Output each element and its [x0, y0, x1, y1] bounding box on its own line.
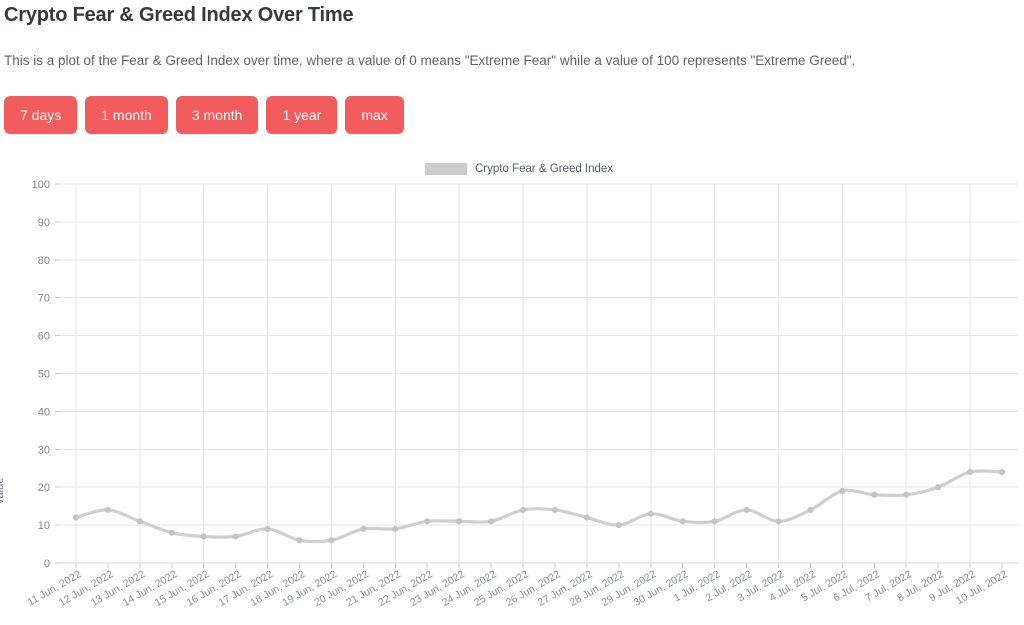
data-point-marker[interactable] — [615, 522, 622, 529]
data-point-marker[interactable] — [328, 537, 335, 544]
data-point-marker[interactable] — [871, 491, 878, 498]
data-point-marker[interactable] — [392, 525, 399, 532]
range-button-3-month[interactable]: 3 month — [175, 96, 259, 134]
data-point-marker[interactable] — [775, 518, 782, 525]
y-tick-label: 10 — [38, 520, 50, 532]
data-point-marker[interactable] — [360, 525, 367, 532]
data-point-marker[interactable] — [519, 506, 527, 514]
range-button-1-month[interactable]: 1 month — [85, 96, 168, 134]
y-tick-label: 80 — [38, 255, 50, 267]
page-title: Crypto Fear & Greed Index Over Time — [4, 4, 354, 26]
data-point-marker[interactable] — [296, 537, 303, 544]
data-point-marker[interactable] — [551, 506, 559, 514]
data-point-marker[interactable] — [200, 533, 207, 540]
range-selector-group: 7 days 1 month 3 month 1 year max — [4, 96, 404, 134]
data-point-marker[interactable] — [679, 518, 686, 525]
data-point-marker[interactable] — [807, 506, 814, 514]
y-tick-label: 40 — [38, 406, 50, 418]
chart-container: Crypto Fear & Greed Index Value 0 10 20 30 4… — [0, 150, 1024, 625]
series-line-crypto-fear-greed-index — [74, 469, 1004, 544]
data-point-marker[interactable] — [168, 529, 175, 536]
y-axis-ticks: 0 10 20 30 40 50 60 70 80 90 100 — [32, 179, 60, 570]
data-point-marker[interactable] — [424, 518, 431, 525]
y-tick-label: 100 — [32, 179, 50, 191]
page-subtitle: This is a plot of the Fear & Greed Index… — [4, 53, 856, 68]
data-point-marker[interactable] — [903, 491, 910, 498]
y-tick-label: 30 — [38, 444, 50, 456]
data-point-marker[interactable] — [136, 518, 143, 525]
data-point-marker[interactable] — [839, 487, 846, 495]
data-point-marker[interactable] — [72, 514, 80, 521]
y-tick-label: 90 — [38, 217, 50, 229]
y-tick-label: 0 — [44, 558, 50, 570]
range-button-max[interactable]: max — [345, 96, 404, 134]
gridlines — [60, 183, 1018, 564]
data-point-marker[interactable] — [488, 518, 495, 525]
data-point-marker[interactable] — [998, 468, 1006, 476]
series-markers — [72, 468, 1006, 544]
data-point-marker[interactable] — [711, 518, 718, 525]
data-point-marker[interactable] — [232, 533, 239, 540]
data-point-marker[interactable] — [743, 506, 750, 514]
line-chart-plot: 0 10 20 30 40 50 60 70 80 90 100 11 Jun, 202212 Ju… — [26, 179, 1018, 609]
range-button-1-year[interactable]: 1 year — [266, 96, 338, 134]
data-point-marker[interactable] — [456, 518, 463, 525]
y-tick-label: 20 — [38, 482, 50, 494]
data-point-marker[interactable] — [935, 484, 942, 491]
data-point-marker[interactable] — [583, 514, 591, 521]
data-point-marker[interactable] — [967, 468, 974, 476]
data-point-marker[interactable] — [104, 506, 111, 514]
data-point-marker[interactable] — [264, 525, 271, 532]
range-button-7-days[interactable]: 7 days — [4, 96, 78, 134]
y-tick-label: 60 — [38, 331, 50, 343]
y-tick-label: 50 — [38, 369, 50, 381]
data-point-marker[interactable] — [647, 510, 654, 517]
y-tick-label: 70 — [38, 293, 50, 305]
x-axis-ticks: 11 Jun, 202212 Jun, 202213 Jun, 202214 J… — [26, 563, 1010, 609]
